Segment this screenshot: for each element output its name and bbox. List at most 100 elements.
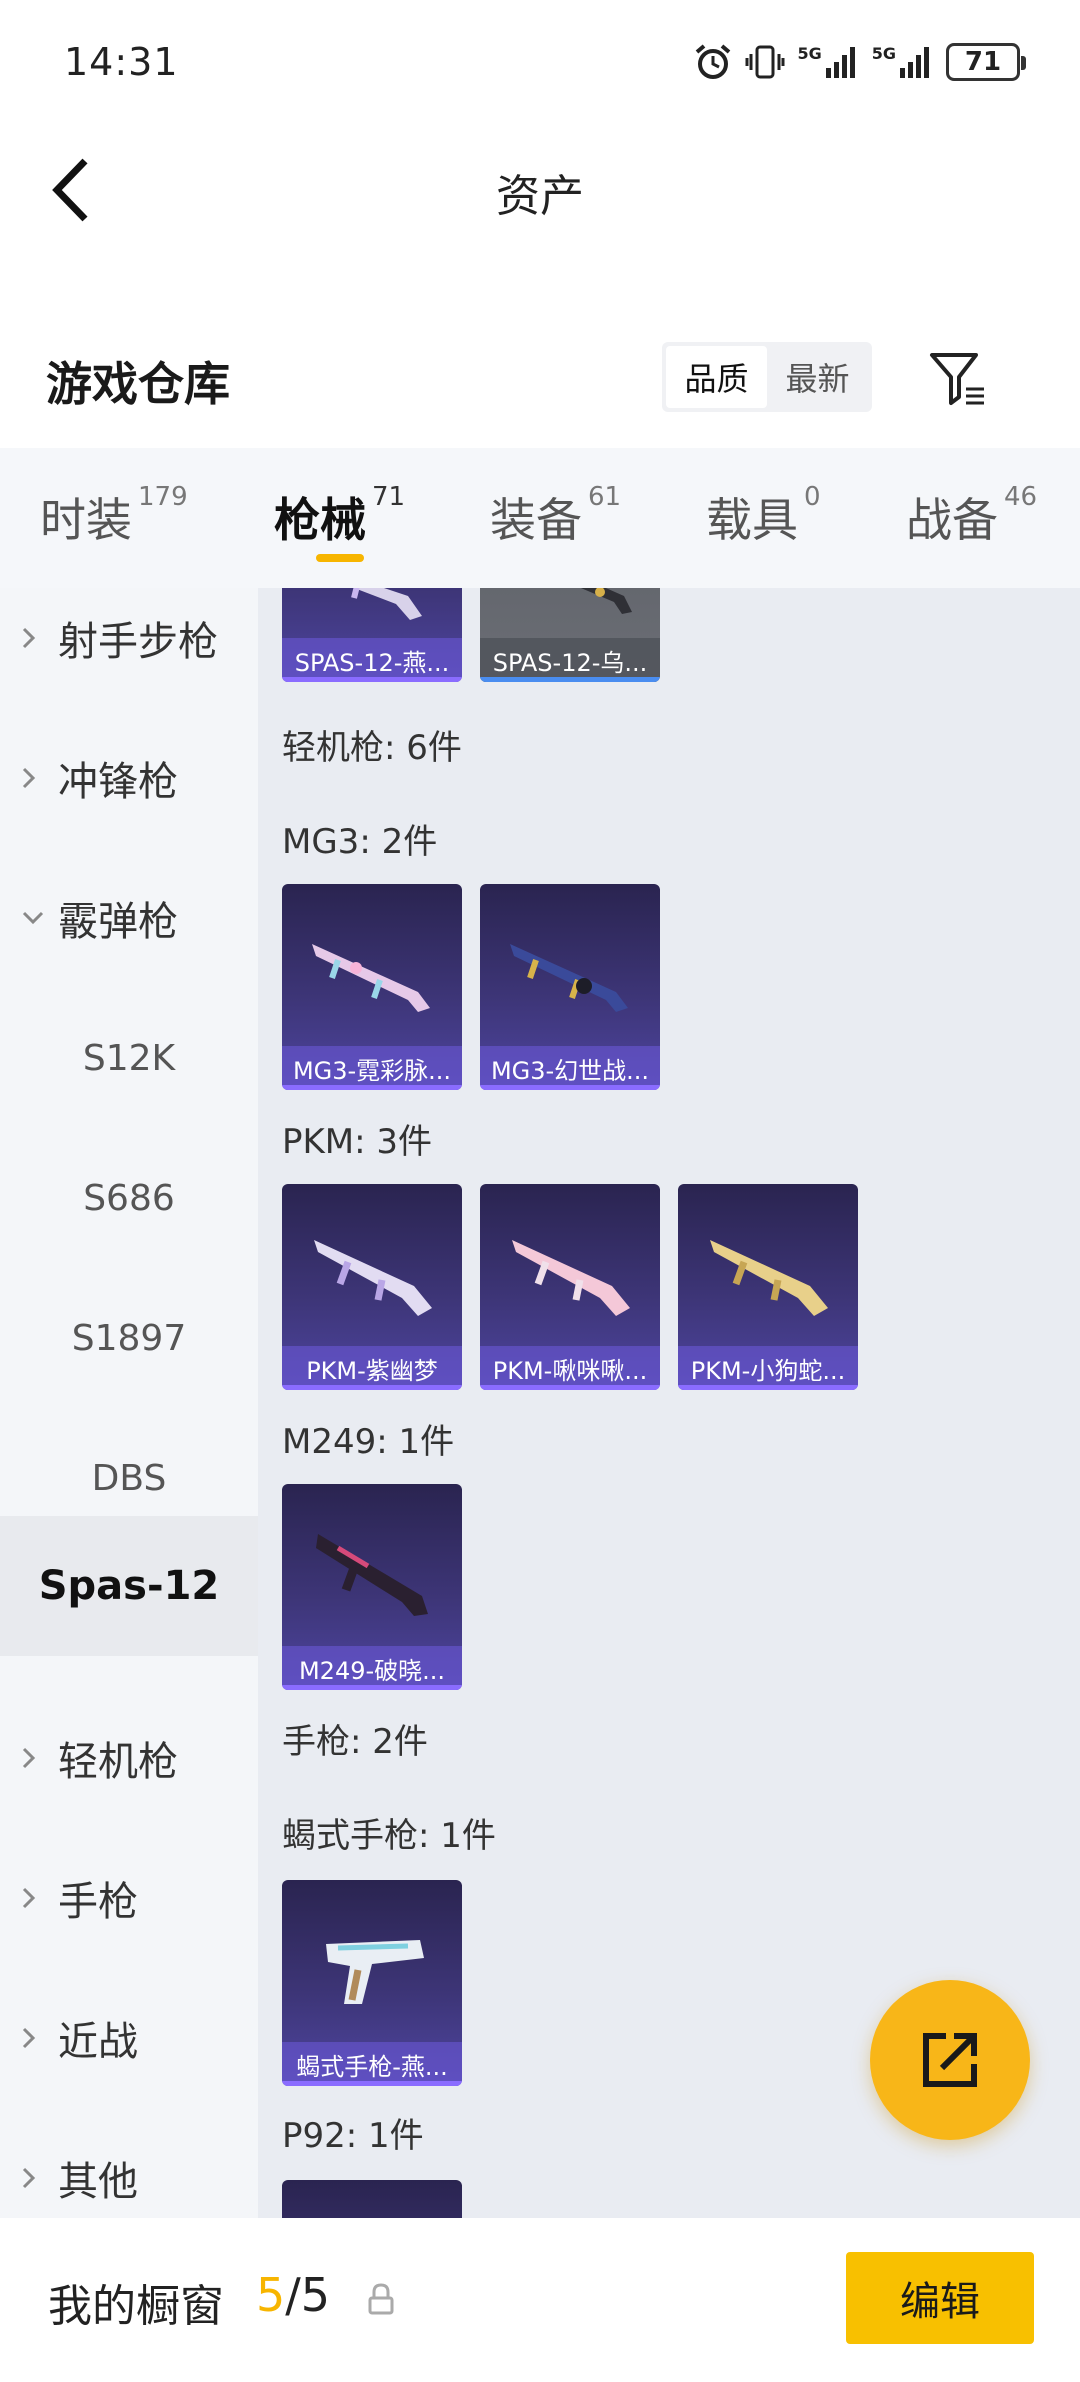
skin-name: MG3-幻世战...: [480, 1046, 660, 1090]
status-time: 14:31: [64, 40, 179, 84]
weapon-skin-grid: SPAS-12-燕... SPAS-12-乌... 轻机枪: 6件 MG3: 2…: [258, 588, 1080, 2218]
rifle-skin-icon: [710, 1240, 828, 1316]
tab-count: 0: [804, 482, 821, 512]
tab-count: 61: [588, 482, 622, 512]
card-rarity-bar: [480, 1085, 660, 1090]
skin-name: SPAS-12-乌...: [480, 638, 660, 682]
nav-header: 资产: [0, 120, 1080, 260]
chevron-right-icon: [22, 2167, 44, 2189]
filter-icon: [930, 353, 984, 405]
sidebar-item-marksman-rifle[interactable]: 射手步枪: [0, 588, 258, 708]
sort-toggle: 品质 最新: [662, 342, 872, 412]
network-label-2: 5G: [871, 43, 896, 63]
skin-card[interactable]: MG3-霓彩脉...: [282, 884, 462, 1090]
chevron-right-icon: [22, 627, 44, 649]
rifle-skin-icon: [314, 1240, 432, 1316]
edit-button[interactable]: 编辑: [846, 2252, 1034, 2344]
tab-supplies[interactable]: 战备 46: [906, 482, 1037, 550]
card-rarity-bar: [480, 677, 660, 682]
tab-label: 时装: [40, 493, 132, 547]
sidebar-item-label: S686: [83, 1177, 175, 1219]
sidebar-item-other[interactable]: 其他: [0, 2108, 258, 2218]
sidebar-item-lmg[interactable]: 轻机枪: [0, 1688, 258, 1828]
skin-card[interactable]: SPAS-12-燕...: [282, 588, 462, 682]
sidebar-subitem-spas12[interactable]: Spas-12: [0, 1516, 258, 1656]
skin-card[interactable]: 蝎式手枪-燕...: [282, 1880, 462, 2086]
sidebar-item-label: 其他: [58, 2159, 138, 2205]
skin-card[interactable]: [282, 2180, 462, 2218]
section-header: 游戏仓库 品质 最新: [0, 330, 1080, 430]
sidebar-item-label: DBS: [91, 1457, 167, 1499]
chevron-right-icon: [22, 767, 44, 789]
chevron-right-icon: [22, 1747, 44, 1769]
sidebar-subitem-s686[interactable]: S686: [0, 1128, 258, 1268]
sidebar-item-label: 霰弹枪: [58, 899, 178, 945]
skin-card[interactable]: SPAS-12-乌...: [480, 588, 660, 682]
category-tabs: 时装 179 枪械 71 装备 61 载具 0 战备 46: [0, 448, 1080, 588]
tab-fashion[interactable]: 时装 179: [40, 482, 188, 550]
group-title: P92: 1件: [282, 2116, 424, 2156]
skin-card[interactable]: PKM-啾咪啾...: [480, 1184, 660, 1390]
alarm-icon: [696, 44, 731, 79]
group-title: M249: 1件: [282, 1422, 455, 1462]
sort-option-newest[interactable]: 最新: [767, 346, 868, 408]
sidebar-item-shotgun[interactable]: 霰弹枪: [0, 848, 258, 988]
sidebar-item-label: 射手步枪: [58, 619, 218, 665]
section-title: 游戏仓库: [46, 357, 230, 411]
skin-card[interactable]: M249-破晓...: [282, 1484, 462, 1690]
skin-name: SPAS-12-燕...: [282, 638, 462, 682]
share-icon: [923, 2033, 977, 2087]
tab-vehicles[interactable]: 载具 0: [706, 482, 821, 550]
sidebar-subitem-s1897[interactable]: S1897: [0, 1268, 258, 1408]
sidebar-item-label: 冲锋枪: [58, 759, 178, 805]
group-title: PKM: 3件: [282, 1122, 433, 1162]
pistol-skin-icon: [326, 1940, 424, 2004]
card-rarity-bar: [282, 1385, 462, 1390]
category-header: 手枪: 2件: [282, 1722, 428, 1762]
skin-card[interactable]: PKM-紫幽梦: [282, 1184, 462, 1390]
skin-name: PKM-小狗蛇...: [678, 1346, 858, 1390]
filter-button[interactable]: [922, 342, 994, 414]
network-label-1: 5G: [797, 43, 822, 63]
tab-label: 载具: [706, 493, 798, 547]
rifle-skin-icon: [580, 588, 632, 614]
battery-level: 71: [964, 47, 1002, 77]
showcase-separator: /: [285, 2268, 301, 2322]
tab-firearms[interactable]: 枪械 71: [274, 482, 406, 550]
sidebar-item-melee[interactable]: 近战: [0, 1968, 258, 2108]
weapon-type-sidebar: 射手步枪 冲锋枪 霰弹枪 S12K S686 S1897 DBS Spas-12…: [0, 588, 258, 2218]
status-bar: 14:31 5G 5G 71: [0, 0, 1080, 120]
vibrate-icon: [745, 45, 785, 79]
sidebar-item-smg[interactable]: 冲锋枪: [0, 708, 258, 848]
share-button[interactable]: [870, 1980, 1030, 2140]
tab-count: 71: [372, 482, 406, 512]
tab-count: 179: [138, 482, 188, 512]
signal-icon: [825, 47, 855, 78]
chevron-right-icon: [22, 1887, 44, 1909]
tab-equipment[interactable]: 装备 61: [490, 482, 622, 550]
rifle-skin-icon: [312, 944, 430, 1012]
sidebar-subitem-s12k[interactable]: S12K: [0, 988, 258, 1128]
card-rarity-bar: [282, 677, 462, 682]
group-title: 蝎式手枪: 1件: [282, 1816, 496, 1856]
group-title: MG3: 2件: [282, 822, 438, 862]
page-title: 资产: [496, 171, 584, 222]
showcase-label: 我的橱窗: [48, 2281, 224, 2332]
skin-name: M249-破晓...: [282, 1646, 462, 1690]
sidebar-item-label: 轻机枪: [58, 1739, 178, 1785]
signal-icon: [900, 47, 929, 78]
card-rarity-bar: [282, 2081, 462, 2086]
sidebar-item-label: S1897: [71, 1317, 187, 1359]
rifle-skin-icon: [351, 588, 422, 620]
skin-card[interactable]: PKM-小狗蛇...: [678, 1184, 858, 1390]
showcase-used: 5: [256, 2268, 286, 2322]
rifle-skin-icon: [512, 1240, 630, 1316]
chevron-down-icon: [22, 911, 44, 925]
skin-name: PKM-紫幽梦: [282, 1346, 462, 1390]
showcase-count: 5/5: [256, 2268, 330, 2322]
skin-card[interactable]: MG3-幻世战...: [480, 884, 660, 1090]
skin-name: 蝎式手枪-燕...: [282, 2042, 462, 2086]
card-rarity-bar: [282, 1085, 462, 1090]
sidebar-item-pistol[interactable]: 手枪: [0, 1828, 258, 1968]
sort-option-quality[interactable]: 品质: [666, 346, 767, 408]
